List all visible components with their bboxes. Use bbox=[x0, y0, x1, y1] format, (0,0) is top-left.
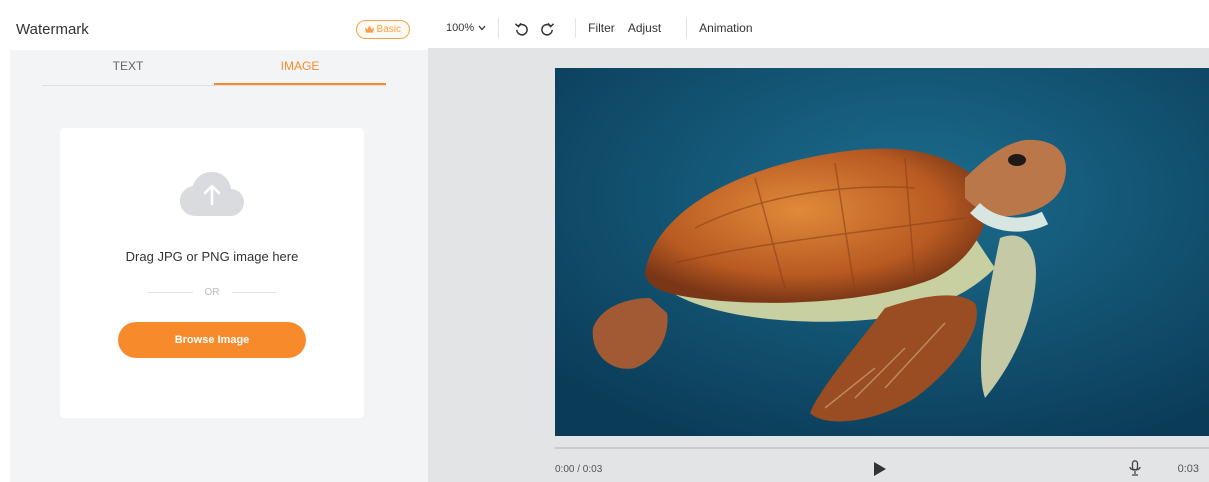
watermark-tabs: TEXT IMAGE bbox=[42, 50, 386, 86]
undo-button[interactable] bbox=[511, 18, 531, 38]
audio-duration: 0:03 bbox=[1177, 463, 1199, 475]
panel-header: Watermark Basic bbox=[10, 8, 428, 50]
zoom-dropdown[interactable]: 100% bbox=[446, 22, 486, 34]
redo-icon bbox=[540, 22, 554, 36]
crown-icon bbox=[364, 25, 374, 33]
playback-progress-bar[interactable] bbox=[555, 447, 1209, 449]
image-upload-dropzone[interactable]: Drag JPG or PNG image here OR Browse Ima… bbox=[60, 128, 364, 418]
toolbar-separator bbox=[686, 18, 688, 38]
adjust-button[interactable]: Adjust bbox=[628, 21, 661, 35]
animation-button[interactable]: Animation bbox=[699, 21, 752, 35]
panel-title: Watermark bbox=[16, 20, 89, 38]
tab-text[interactable]: TEXT bbox=[42, 50, 214, 85]
preview-stage: 0:00 / 0:03 0:03 bbox=[428, 48, 1209, 482]
divider-line bbox=[148, 292, 193, 293]
badge-label: Basic bbox=[376, 23, 401, 35]
drag-hint: Drag JPG or PNG image here bbox=[125, 249, 299, 264]
playback-controls: 0:00 / 0:03 0:03 bbox=[555, 456, 1209, 482]
divider-line bbox=[231, 292, 276, 293]
redo-button[interactable] bbox=[537, 18, 557, 38]
filter-button[interactable]: Filter bbox=[588, 21, 615, 35]
browse-image-button[interactable]: Browse Image bbox=[118, 322, 306, 358]
editor-toolbar: 100% Filter Adjust Animation bbox=[428, 8, 1209, 48]
undo-icon bbox=[514, 22, 528, 36]
watermark-editor: Watermark Basic TEXT IMAGE Drag JPG or P… bbox=[10, 8, 1209, 482]
chevron-down-icon bbox=[478, 25, 486, 31]
cloud-upload-icon bbox=[180, 172, 244, 216]
play-icon[interactable] bbox=[873, 461, 887, 477]
or-label: OR bbox=[204, 287, 220, 298]
basic-badge[interactable]: Basic bbox=[355, 19, 410, 39]
watermark-panel: Watermark Basic TEXT IMAGE Drag JPG or P… bbox=[10, 8, 428, 482]
or-divider: OR bbox=[148, 287, 276, 298]
sea-turtle-image bbox=[555, 68, 1209, 436]
zoom-level: 100% bbox=[446, 22, 475, 34]
microphone-icon[interactable] bbox=[1129, 460, 1141, 476]
time-display: 0:00 / 0:03 bbox=[555, 463, 603, 475]
tab-image[interactable]: IMAGE bbox=[214, 50, 386, 85]
video-preview[interactable] bbox=[555, 68, 1209, 436]
toolbar-separator bbox=[575, 18, 577, 38]
toolbar-separator bbox=[498, 18, 500, 38]
